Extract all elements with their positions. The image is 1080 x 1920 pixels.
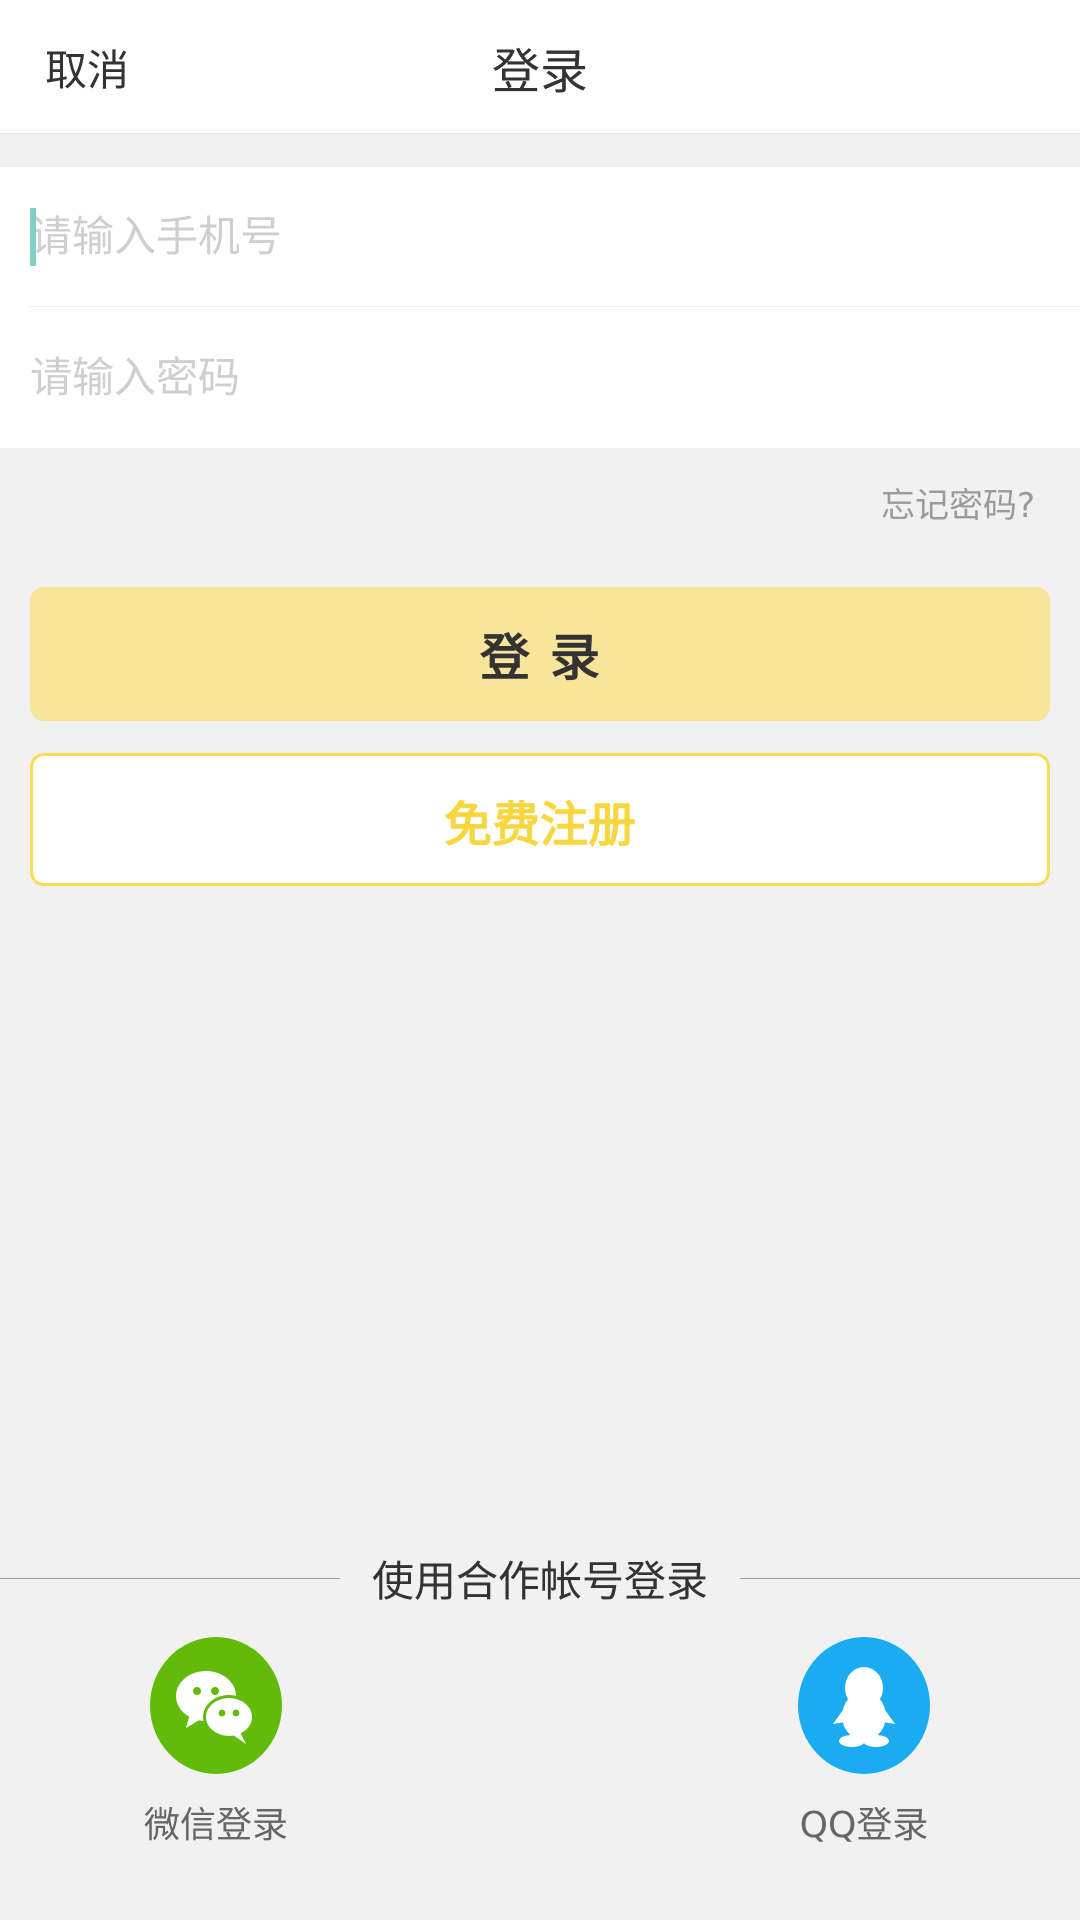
page-title: 登录 [491,44,588,100]
login-form [0,167,1080,448]
qq-penguin-glyph [833,1666,895,1747]
wechat-login-label: 微信登录 [143,1805,288,1846]
password-input[interactable] [30,307,1080,448]
qq-login-label: QQ登录 [799,1805,929,1846]
qq-login-button[interactable]: QQ登录 [764,1637,964,1848]
forgot-password-link[interactable]: 忘记密码? [881,478,1035,527]
login-button[interactable]: 登录 [30,587,1050,721]
login-screen: 取消 登录 忘记密码? 登录 免费注册 使用合作帐号登录 [0,0,1080,1920]
top-bar: 取消 登录 [0,0,1080,134]
wechat-login-button[interactable]: 微信登录 [116,1637,316,1848]
phone-field[interactable] [30,167,1080,307]
wechat-icon[interactable] [150,1637,282,1774]
cancel-button[interactable]: 取消 [45,0,129,134]
text-cursor [30,208,36,266]
register-button[interactable]: 免费注册 [30,753,1050,886]
divider-line-right [740,1578,1080,1579]
phone-input[interactable] [30,167,1080,306]
password-field[interactable] [30,307,1080,448]
qq-penguin-icon[interactable] [798,1637,930,1774]
wechat-glyph [176,1670,255,1744]
partner-login-divider: 使用合作帐号登录 [0,1548,1080,1608]
